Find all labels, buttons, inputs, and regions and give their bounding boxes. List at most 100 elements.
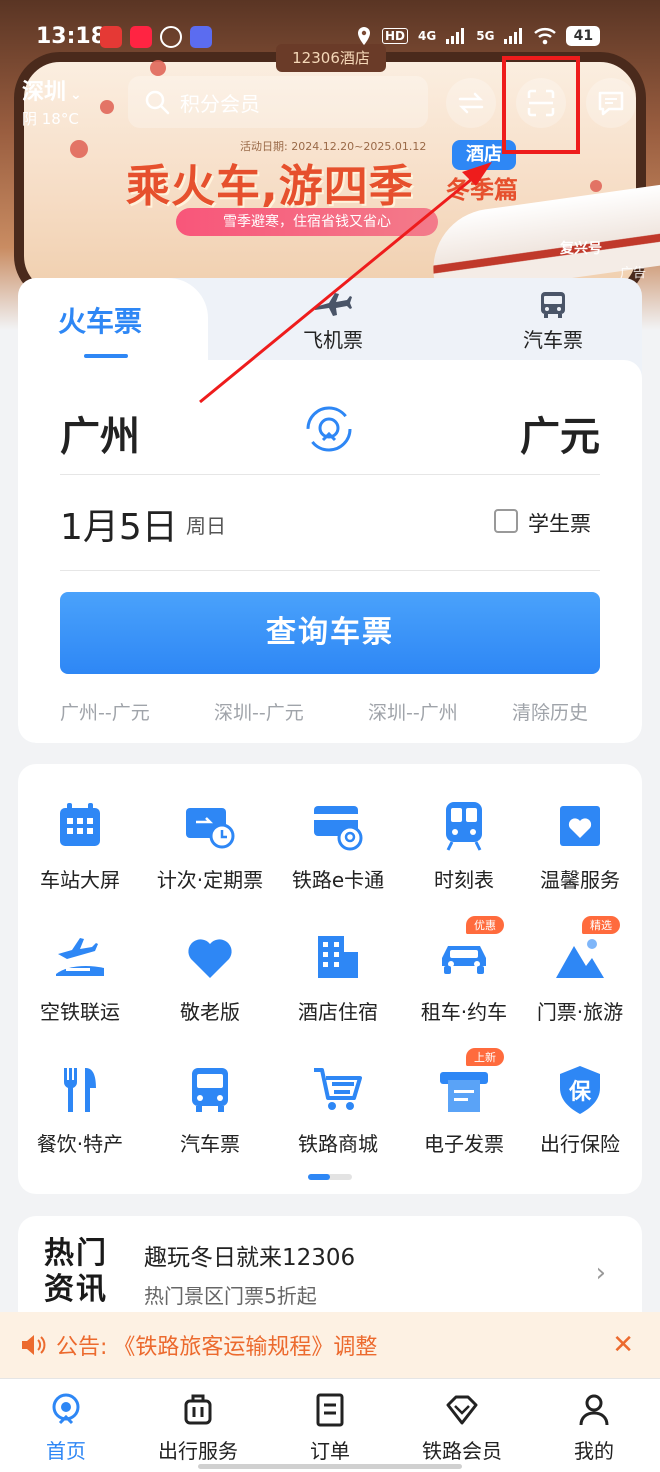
nav-travel-services[interactable]: 出行服务	[132, 1393, 264, 1464]
hot-news-logo: 热门 资讯	[44, 1236, 108, 1308]
location-icon	[358, 27, 370, 45]
service-tickets-travel[interactable]: 精选 门票·旅游	[518, 916, 642, 1025]
history-item[interactable]: 广州--广元	[60, 698, 150, 725]
city-name: 深圳	[22, 80, 67, 105]
heart-box-icon	[560, 806, 600, 846]
tab-label: 汽车票	[523, 328, 583, 352]
promo-title: 乘火车,游四季	[126, 161, 414, 212]
service-bus[interactable]: 汽车票	[148, 1062, 272, 1157]
service-label: 租车·约车	[420, 1000, 508, 1024]
arrival-city[interactable]: 广元	[520, 404, 600, 462]
luggage-icon	[184, 1394, 212, 1425]
hot-news-card[interactable]: 热门 资讯 趣玩冬日就来12306 热门景区门票5折起 ›	[18, 1216, 642, 1326]
service-label: 空铁联运	[40, 1000, 120, 1024]
heart-icon	[188, 939, 232, 978]
close-icon[interactable]: ✕	[612, 1330, 634, 1360]
message-button[interactable]	[586, 78, 636, 128]
news-logo-line2: 资讯	[44, 1272, 108, 1307]
student-ticket-label[interactable]: 学生票	[528, 508, 591, 538]
swap-arrows-icon	[458, 92, 484, 114]
tab-bus-ticket[interactable]: 汽车票	[478, 278, 628, 360]
service-label: 电子发票	[424, 1132, 504, 1156]
featured-badge: 精选	[582, 916, 620, 934]
search-icon	[145, 90, 170, 115]
chevron-right-icon: ›	[595, 1258, 606, 1288]
service-timetable[interactable]: 时刻表	[402, 798, 526, 893]
home-indicator[interactable]	[198, 1464, 462, 1469]
card-icon	[314, 806, 363, 851]
service-label: 汽车票	[180, 1132, 240, 1156]
service-care[interactable]: 温馨服务	[518, 798, 642, 893]
page-indicator-active	[308, 1174, 330, 1180]
tab-label: 火车票	[58, 305, 143, 338]
divider	[60, 570, 600, 571]
service-food[interactable]: 餐饮·特产	[18, 1062, 142, 1157]
ticket-clock-icon	[186, 808, 235, 849]
nav-label: 首页	[46, 1439, 86, 1463]
search-tickets-button[interactable]: 查询车票	[60, 592, 600, 674]
departure-city[interactable]: 广州	[60, 404, 140, 462]
scan-highlight-annotation	[502, 56, 580, 154]
history-item[interactable]: 深圳--广州	[368, 698, 458, 725]
status-bar: 13:18 HD 4G 5G 41	[0, 0, 660, 50]
train-name: 复兴号	[560, 241, 602, 257]
service-air-rail[interactable]: 空铁联运	[18, 930, 142, 1025]
student-ticket-checkbox[interactable]	[494, 509, 518, 533]
service-hotel[interactable]: 酒店住宿	[276, 930, 400, 1025]
tab-flight-ticket[interactable]: 飞机票	[258, 278, 408, 360]
service-label: 酒店住宿	[298, 1000, 378, 1024]
city-selector[interactable]: 深圳 ⌄	[22, 74, 82, 106]
app-notification-icon	[130, 26, 152, 48]
message-icon	[598, 91, 624, 116]
blossom-decoration	[150, 60, 166, 76]
news-title: 趣玩冬日就来12306	[144, 1245, 356, 1271]
history-item[interactable]: 深圳--广元	[214, 698, 304, 725]
wifi-icon	[534, 28, 557, 45]
service-car-rental[interactable]: 优惠 租车·约车	[402, 916, 526, 1025]
service-e-invoice[interactable]: 上新 电子发票	[402, 1048, 526, 1157]
nav-mine[interactable]: 我的	[528, 1393, 660, 1464]
blossom-decoration	[70, 140, 88, 158]
service-label: 铁路商城	[298, 1132, 378, 1156]
promo-subtitle: 雪季避寒，住宿省钱又省心	[176, 208, 438, 236]
swap-stations-icon[interactable]	[304, 404, 354, 454]
calendar-grid-icon	[60, 803, 100, 846]
tab-label: 飞机票	[303, 328, 363, 352]
home-icon	[52, 1393, 80, 1425]
notice-bar[interactable]: 公告: 《铁路旅客运输规程》调整 ✕	[0, 1312, 660, 1378]
ticket-search-card: 火车票 飞机票 汽车票 广州 广元 1月5日 周日 学生票 查询车票 广州--广…	[18, 278, 642, 743]
search-input[interactable]: 积分会员	[128, 76, 428, 128]
fork-knife-icon	[63, 1068, 96, 1112]
mountain-icon	[556, 939, 604, 978]
diamond-icon	[446, 1395, 478, 1425]
service-label: 敬老版	[180, 1000, 240, 1024]
tab-train-ticket[interactable]: 火车票	[18, 278, 208, 360]
service-mall[interactable]: 铁路商城	[276, 1062, 400, 1157]
nav-label: 出行服务	[158, 1439, 238, 1463]
notification-icons	[100, 26, 212, 48]
network-4g: 4G	[418, 29, 437, 43]
service-elderly[interactable]: 敬老版	[148, 930, 272, 1025]
cart-icon	[314, 1068, 362, 1110]
clear-history-button[interactable]: 清除历史	[512, 698, 588, 725]
news-logo-line1: 热门	[44, 1236, 108, 1271]
switch-button[interactable]	[446, 78, 496, 128]
network-5g: 5G	[476, 29, 495, 43]
user-icon	[579, 1394, 609, 1426]
departure-date[interactable]: 1月5日	[60, 498, 178, 550]
nav-home[interactable]: 首页	[0, 1393, 132, 1464]
nav-orders[interactable]: 订单	[264, 1393, 396, 1464]
nav-railway-member[interactable]: 铁路会员	[396, 1393, 528, 1464]
bus-icon	[541, 292, 565, 318]
service-label: 铁路e卡通	[291, 868, 385, 892]
service-periodic-ticket[interactable]: 计次·定期票	[148, 798, 272, 893]
order-icon	[316, 1393, 344, 1427]
service-label: 车站大屏	[40, 868, 120, 892]
service-insurance[interactable]: 保 出行保险	[518, 1062, 642, 1157]
service-station-screen[interactable]: 车站大屏	[18, 798, 142, 893]
status-indicators: HD 4G 5G 41	[356, 26, 601, 46]
notice-message: 《铁路旅客运输规程》调整	[113, 1335, 378, 1360]
bus-icon	[192, 1068, 228, 1112]
service-e-card[interactable]: 铁路e卡通	[276, 798, 400, 893]
battery-indicator: 41	[566, 26, 601, 46]
